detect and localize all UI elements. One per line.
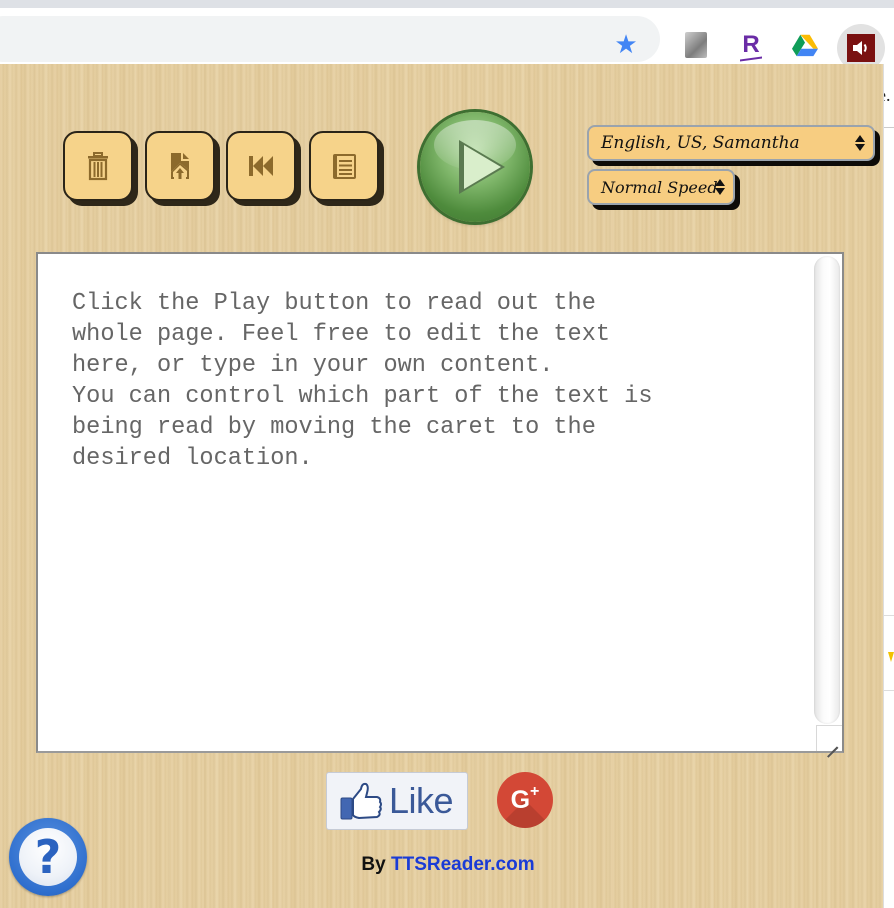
thumbs-up-icon (340, 782, 382, 820)
question-mark-icon: ? (19, 828, 77, 886)
voice-select-value: English, US, Samantha (601, 133, 800, 153)
background-divider (884, 615, 894, 616)
r-logo-icon: R (742, 31, 760, 58)
background-divider (884, 690, 894, 691)
address-bar[interactable] (0, 16, 660, 62)
browser-toolbar: ★ R (0, 8, 894, 72)
google-plus-button[interactable]: G+ (497, 772, 553, 828)
speed-select-value: Normal Speed (601, 177, 718, 197)
attribution-prefix: By (361, 854, 391, 875)
like-label: Like (389, 780, 454, 821)
photo-thumbnail-icon (685, 32, 707, 58)
editor-scrollbar[interactable] (814, 256, 840, 724)
google-drive-icon (792, 34, 818, 57)
extension-google-drive-button[interactable] (792, 32, 818, 58)
text-editor[interactable]: Click the Play button to read out the wh… (36, 252, 844, 753)
play-icon (459, 140, 505, 194)
background-divider (884, 127, 894, 128)
help-button[interactable]: ? (9, 818, 87, 896)
attribution: By TTSReader.com (0, 854, 884, 876)
extension-image-button[interactable] (683, 32, 709, 58)
reader-mode-button[interactable] (309, 131, 379, 201)
speaker-icon (847, 34, 875, 62)
select-arrows-icon (715, 178, 725, 196)
speed-select[interactable]: Normal Speed (587, 169, 735, 205)
scrollbar-thumb[interactable] (814, 256, 840, 724)
ttsreader-link[interactable]: TTSReader.com (391, 854, 535, 875)
browser-tab-strip (0, 0, 894, 8)
upload-file-button[interactable] (145, 131, 215, 201)
extension-rakuten-button[interactable]: R (738, 31, 764, 62)
clear-text-button[interactable] (63, 131, 133, 201)
voice-select[interactable]: English, US, Samantha (587, 125, 875, 161)
tts-reader-popup: English, US, Samantha Normal Speed Click… (0, 64, 884, 908)
play-button[interactable] (420, 112, 530, 222)
facebook-like-button[interactable]: Like (326, 772, 468, 830)
rewind-to-start-button[interactable] (226, 131, 296, 201)
skip-back-icon (249, 156, 273, 176)
google-plus-icon: G+ (510, 783, 540, 814)
bookmark-star-icon[interactable]: ★ (612, 30, 640, 58)
trash-icon (88, 152, 108, 181)
select-arrows-icon (855, 134, 865, 152)
file-upload-icon (171, 153, 189, 179)
resize-handle[interactable] (816, 725, 842, 751)
reader-mode-icon (333, 154, 356, 179)
editor-text[interactable]: Click the Play button to read out the wh… (72, 288, 822, 474)
background-page (884, 64, 894, 908)
